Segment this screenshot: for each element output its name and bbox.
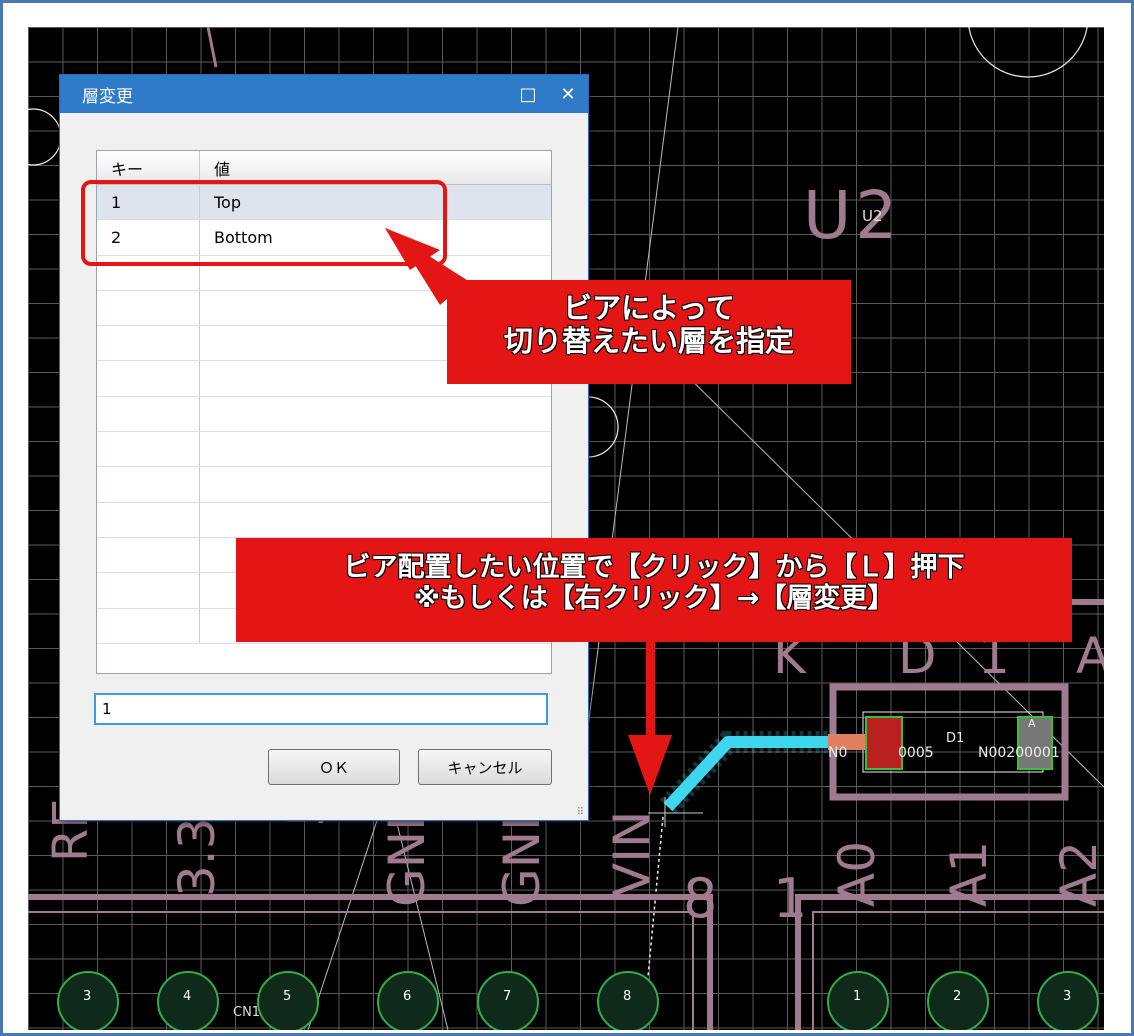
row-key [97,467,200,502]
connector-pin-label: 3 [1063,989,1072,1004]
connector-pin-label: 5 [283,989,292,1004]
connector-pin-label: 6 [403,989,412,1004]
header-label-a1: A1 [940,840,998,907]
layer-callout: ビアによって 切り替えたい層を指定 [447,280,851,384]
empty-table-row[interactable] [97,432,551,468]
row-value [200,397,551,431]
u2-small-label: U2 [862,207,883,225]
d1-small-label: D1 [946,731,965,746]
pad-label: A [1028,717,1036,730]
d1-pin-a-label: A [1076,627,1104,685]
net-label-left: N0 [828,745,848,761]
maximize-icon[interactable]: □ [508,84,548,105]
row-key [97,502,200,537]
value-input[interactable] [94,693,548,725]
net-label-right: N00200001 [978,745,1060,761]
connector-pin-label: 3 [83,989,92,1004]
row-key [97,537,200,573]
via-instruction-callout: ビア配置したい位置で【クリック】から【Ｌ】押下 ※もしくは【右クリック】→【層変… [236,538,1072,642]
dialog-title: 層変更 [82,86,133,107]
row-key [97,396,200,432]
close-icon[interactable]: ✕ [548,84,588,105]
connector-pin-label: 2 [953,989,962,1004]
row-key [97,573,200,608]
header-label-vin: VIN [603,810,661,897]
cancel-button[interactable]: キャンセル [418,749,552,785]
connector-pin-label: 8 [623,989,632,1004]
header-label-8: 8 [683,867,718,930]
row-key [97,432,200,467]
connector-ref-label: CN1 [233,1005,261,1020]
dialog-titlebar[interactable]: 層変更 □ ✕ [60,75,588,113]
row-key [97,290,200,326]
header-label-1: 1 [773,867,808,930]
connector-pin-label: 1 [853,989,862,1004]
row-value [200,503,551,537]
row-highlight-frame [81,180,447,266]
row-value [200,467,551,501]
resize-grip-icon[interactable]: ⠿ [577,807,584,818]
net-label-mid: 0005 [898,745,934,761]
empty-table-row[interactable] [97,467,551,503]
connector-pin-label: 7 [503,989,512,1004]
row-value [200,432,551,466]
header-label-33: 3.3 [168,817,226,897]
u2-label: U2 [803,177,902,254]
header-label-a0: A0 [828,840,886,907]
ok-button[interactable]: ＯＫ [268,749,400,785]
header-label-a2: A2 [1050,840,1104,907]
connector-pin-label: 4 [183,989,192,1004]
row-key [97,361,200,396]
empty-table-row[interactable] [97,396,551,433]
row-key [97,326,200,361]
row-key [97,608,200,643]
empty-table-row[interactable] [97,502,551,538]
